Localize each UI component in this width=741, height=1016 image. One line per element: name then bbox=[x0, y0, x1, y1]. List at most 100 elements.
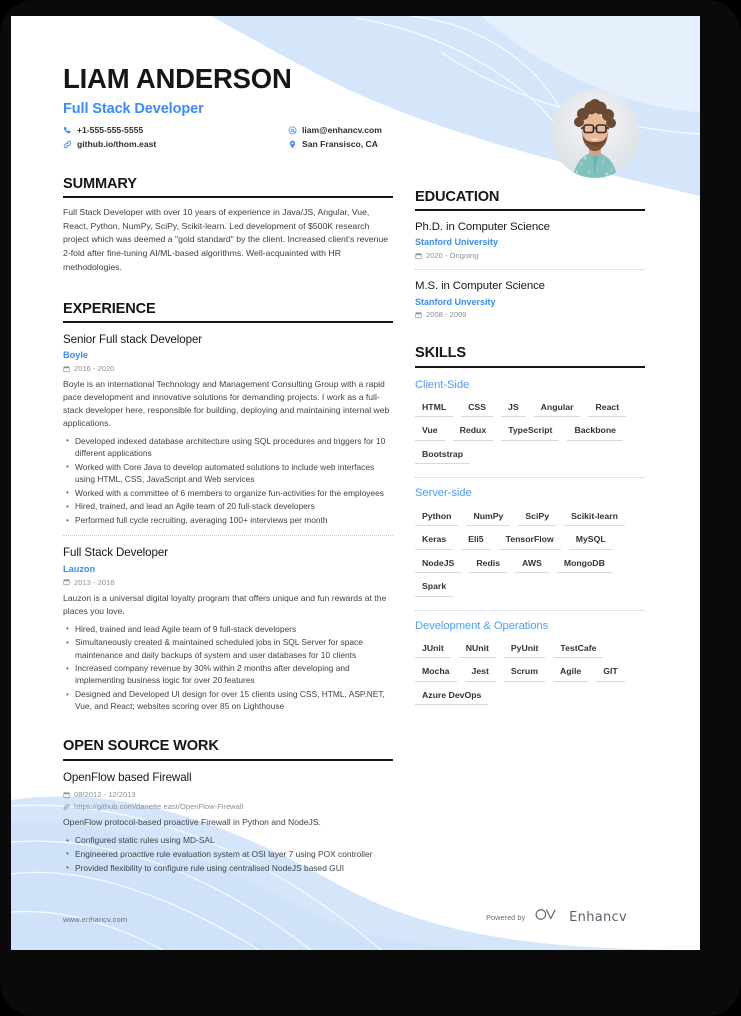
contact-email[interactable]: liam@enhancv.com bbox=[288, 125, 382, 135]
skill-group-title: Development & Operations bbox=[415, 619, 549, 632]
education-school[interactable]: Stanford Unversity bbox=[415, 297, 645, 308]
calendar-icon bbox=[63, 365, 70, 373]
experience-company[interactable]: Lauzon bbox=[63, 564, 393, 575]
skill-chip[interactable]: Vue bbox=[415, 424, 445, 441]
experience-company[interactable]: Boyle bbox=[63, 350, 393, 361]
location-icon bbox=[288, 140, 297, 149]
skill-chip[interactable]: Agile bbox=[552, 665, 589, 682]
section-divider bbox=[63, 195, 393, 198]
education-school[interactable]: Stanford University bbox=[415, 237, 645, 248]
skill-group-separator bbox=[415, 609, 645, 611]
education-dates-text: 2020 - Ongoing bbox=[426, 251, 479, 261]
education-dates-text: 2008 - 2009 bbox=[426, 310, 467, 320]
skill-chip[interactable]: Python bbox=[415, 510, 459, 527]
skill-chip[interactable]: SciPy bbox=[518, 510, 557, 527]
calendar-icon bbox=[415, 311, 422, 319]
skill-chip[interactable]: TestCafe bbox=[553, 642, 604, 659]
left-column: LIAM ANDERSON Full Stack Developer +1-55… bbox=[63, 63, 393, 875]
skill-chip[interactable]: HTML bbox=[415, 401, 454, 418]
section-education: EDUCATION Ph.D. in Computer Science Stan… bbox=[415, 189, 645, 319]
section-summary: SUMMARY Full Stack Developer with over 1… bbox=[63, 176, 393, 275]
entry-separator bbox=[415, 269, 645, 271]
experience-bullets: Hired, trained and lead Agile team of 9 … bbox=[63, 622, 393, 713]
skill-chip[interactable]: Bootstrap bbox=[415, 448, 471, 465]
skill-chip[interactable]: MongoDB bbox=[556, 557, 612, 574]
skill-chip[interactable]: Mocha bbox=[415, 665, 457, 682]
section-experience: EXPERIENCE Senior Full stack Developer B… bbox=[63, 301, 393, 713]
link-icon bbox=[63, 803, 70, 811]
experience-dates-text: 2016 - 2020 bbox=[74, 364, 115, 374]
skill-chip[interactable]: Spark bbox=[415, 580, 454, 597]
section-divider bbox=[415, 209, 645, 212]
project-title: OpenFlow based Firewall bbox=[63, 770, 192, 784]
bullet-item: Performed full cycle recruiting, averagi… bbox=[63, 514, 393, 526]
section-divider bbox=[63, 320, 393, 323]
project-dates-text: 08/2012 - 12/2013 bbox=[74, 790, 136, 800]
skill-chip[interactable]: Scikit-learn bbox=[564, 510, 625, 527]
email-icon bbox=[288, 126, 297, 135]
skill-chip[interactable]: Azure DevOps bbox=[415, 689, 489, 706]
skill-chip[interactable]: GIT bbox=[596, 665, 625, 682]
experience-role: Full Stack Developer bbox=[63, 546, 168, 560]
skill-chip[interactable]: Angular bbox=[533, 401, 581, 418]
skill-chip[interactable]: CSS bbox=[461, 401, 493, 418]
skill-chips: Python NumPy SciPy Scikit-learn Keras El… bbox=[415, 510, 645, 597]
contact-website-text: github.io/thom.east bbox=[77, 139, 157, 150]
contact-phone[interactable]: +1-555-555-5555 bbox=[63, 124, 288, 135]
experience-role: Senior Full stack Developer bbox=[63, 332, 203, 346]
section-divider bbox=[415, 365, 645, 368]
calendar-icon bbox=[63, 791, 70, 799]
contact-website[interactable]: github.io/thom.east bbox=[63, 139, 288, 150]
enhancv-logo-icon bbox=[534, 908, 560, 926]
skill-chip[interactable]: Eli5 bbox=[461, 533, 491, 550]
skill-chip[interactable]: Backbone bbox=[567, 424, 623, 441]
skill-chip[interactable]: JS bbox=[501, 401, 526, 418]
section-title-experience: EXPERIENCE bbox=[63, 300, 156, 317]
link-icon bbox=[63, 140, 72, 149]
skill-group-client-side: Client-Side HTML CSS JS Angular React Vu… bbox=[415, 379, 645, 465]
skill-chip[interactable]: PyUnit bbox=[503, 642, 546, 659]
bullet-item: Hired, trained, and lead an Agile team o… bbox=[63, 500, 393, 512]
device-frame: LIAM ANDERSON Full Stack Developer +1-55… bbox=[0, 0, 741, 1016]
summary-text: Full Stack Developer with over 10 years … bbox=[63, 206, 389, 272]
section-title-skills: SKILLS bbox=[415, 345, 466, 362]
bullet-item: Worked with Core Java to develop automat… bbox=[63, 460, 393, 485]
project-link[interactable]: https://github.com/danette.east/OpenFlow… bbox=[63, 802, 393, 811]
experience-description: Boyle is an international Technology and… bbox=[63, 379, 390, 429]
section-skills: SKILLS Client-Side HTML CSS JS Angular R… bbox=[415, 345, 645, 706]
education-degree: Ph.D. in Computer Science bbox=[415, 221, 550, 234]
experience-bullets: Developed indexed database architecture … bbox=[63, 434, 393, 526]
project-link-text: https://github.com/danette.east/OpenFlow… bbox=[74, 802, 244, 812]
skill-chip[interactable]: NumPy bbox=[466, 510, 511, 527]
bullet-item: Increased company revenue by 30% within … bbox=[63, 662, 393, 686]
skill-chip[interactable]: Jest bbox=[464, 665, 496, 682]
skill-chip[interactable]: Redis bbox=[469, 557, 508, 574]
powered-by-label: Powered by bbox=[486, 912, 526, 922]
skill-chip[interactable]: NodeJS bbox=[415, 557, 462, 574]
contact-location-text: San Fransisco, CA bbox=[302, 139, 378, 150]
resume-header: LIAM ANDERSON Full Stack Developer +1-55… bbox=[63, 63, 393, 150]
skill-chip[interactable]: React bbox=[588, 401, 627, 418]
contact-phone-text: +1-555-555-5555 bbox=[77, 124, 144, 135]
bullet-item: Provided flexibility to configure rule u… bbox=[63, 861, 393, 874]
open-source-entry: OpenFlow based Firewall 08/2012 - 12/201… bbox=[63, 771, 393, 874]
calendar-icon bbox=[415, 252, 422, 260]
skill-chip[interactable]: TypeScript bbox=[501, 424, 560, 441]
section-title-education: EDUCATION bbox=[415, 189, 500, 205]
skill-chip[interactable]: Redux bbox=[452, 424, 494, 441]
skill-chip[interactable]: NUnit bbox=[458, 642, 496, 659]
site-url[interactable]: www.enhancv.com bbox=[63, 915, 127, 924]
skill-chip[interactable]: Scrum bbox=[503, 665, 545, 682]
bullet-item: Configured static rules using MD-SAL bbox=[63, 834, 393, 846]
skill-chip[interactable]: JUnit bbox=[415, 642, 451, 659]
resume-page: LIAM ANDERSON Full Stack Developer +1-55… bbox=[11, 16, 700, 950]
skill-chip[interactable]: TensorFlow bbox=[498, 533, 561, 550]
skill-chip[interactable]: MySQL bbox=[568, 533, 613, 550]
footer: www.enhancv.com Powered by Enhancv bbox=[11, 890, 700, 950]
bullet-item: Developed indexed database architecture … bbox=[63, 434, 393, 459]
job-role: Full Stack Developer bbox=[63, 100, 204, 117]
powered-by: Powered by Enhancv bbox=[486, 908, 627, 926]
section-divider bbox=[63, 758, 393, 761]
skill-chip[interactable]: AWS bbox=[515, 557, 549, 574]
skill-chip[interactable]: Keras bbox=[415, 533, 454, 550]
